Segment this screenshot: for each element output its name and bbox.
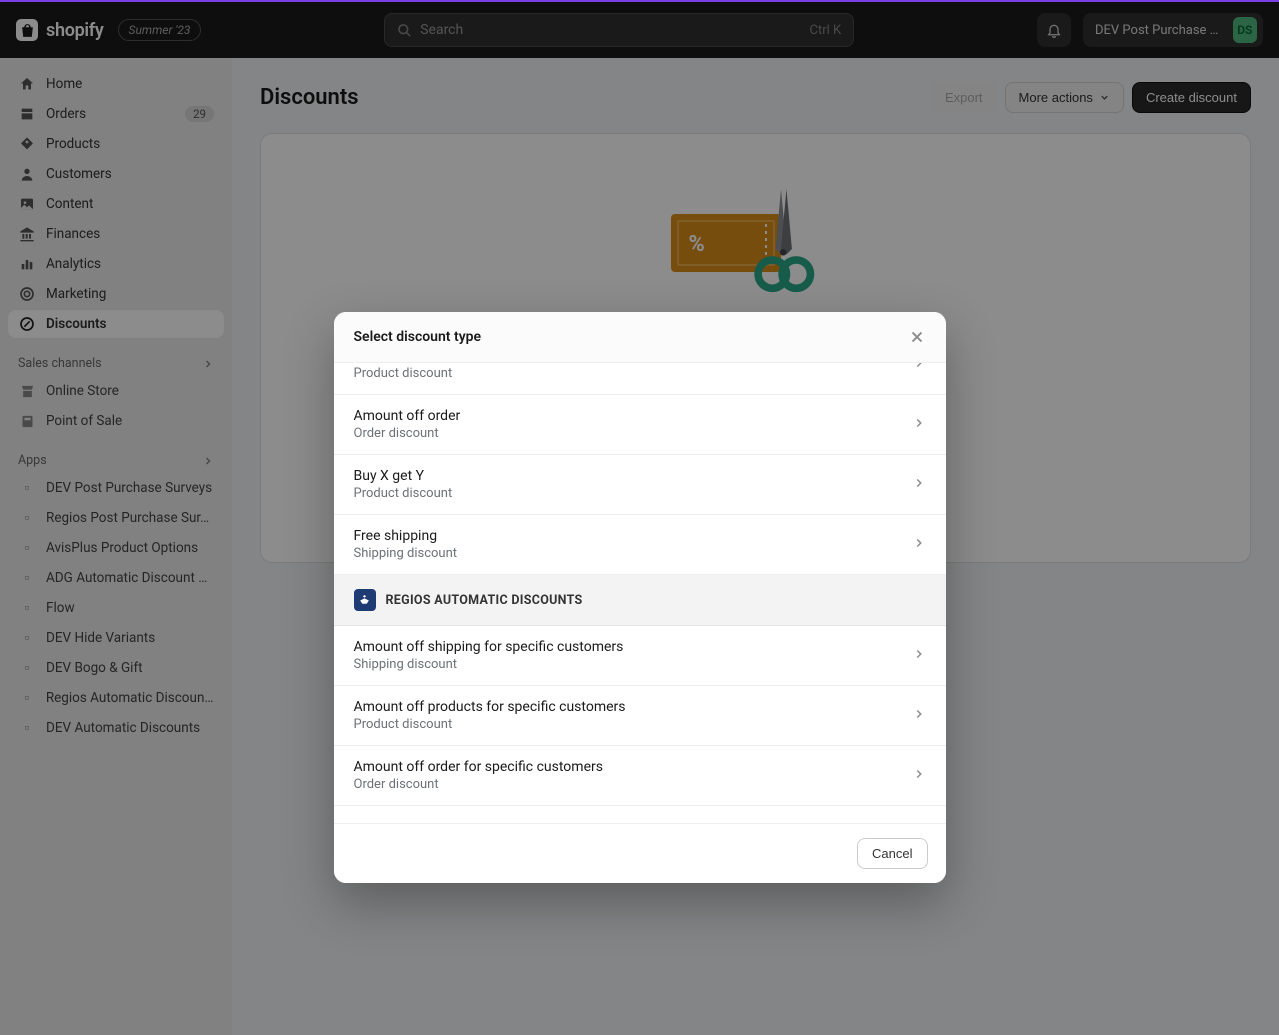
select-discount-modal: Select discount type Amount off products… (334, 312, 946, 883)
discount-option[interactable]: Buy X get Y Product discount (334, 455, 946, 515)
discount-option[interactable]: Amount off products Product discount (334, 363, 946, 395)
chevron-right-icon (912, 766, 926, 785)
chevron-right-icon (912, 706, 926, 725)
modal-title: Select discount type (354, 329, 482, 345)
discount-option[interactable]: Amount off shipping for specific custome… (334, 626, 946, 686)
discount-option[interactable]: Amount off order for specific customers … (334, 746, 946, 806)
modal-footer: Cancel (334, 823, 946, 883)
chevron-right-icon (912, 646, 926, 665)
app-group-header: REGIOS AUTOMATIC DISCOUNTS (334, 575, 946, 626)
modal-header: Select discount type (334, 312, 946, 363)
close-button[interactable] (908, 328, 926, 346)
discount-option[interactable]: Free shipping Shipping discount (334, 515, 946, 575)
chevron-right-icon (912, 363, 926, 374)
cancel-button[interactable]: Cancel (857, 838, 927, 869)
chevron-right-icon (912, 415, 926, 434)
close-icon (908, 328, 926, 346)
chevron-right-icon (912, 535, 926, 554)
modal-body[interactable]: Amount off products Product discount Amo… (334, 363, 946, 823)
chevron-right-icon (912, 475, 926, 494)
discount-option[interactable]: Amount off order Order discount (334, 395, 946, 455)
regios-app-icon (354, 589, 376, 611)
modal-backdrop[interactable]: Select discount type Amount off products… (0, 2, 1279, 1035)
discount-option[interactable]: Amount off products for specific custome… (334, 686, 946, 746)
